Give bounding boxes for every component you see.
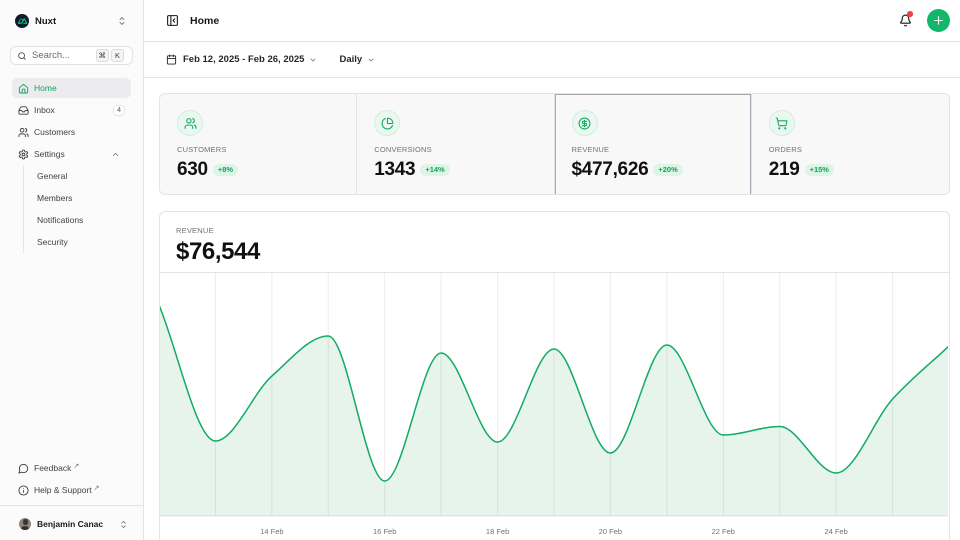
svg-text:18 Feb: 18 Feb [486,527,509,536]
svg-text:24 Feb: 24 Feb [824,527,847,536]
svg-text:16 Feb: 16 Feb [373,527,396,536]
svg-text:14 Feb: 14 Feb [260,527,283,536]
svg-text:20 Feb: 20 Feb [599,527,622,536]
svg-text:22 Feb: 22 Feb [712,527,735,536]
